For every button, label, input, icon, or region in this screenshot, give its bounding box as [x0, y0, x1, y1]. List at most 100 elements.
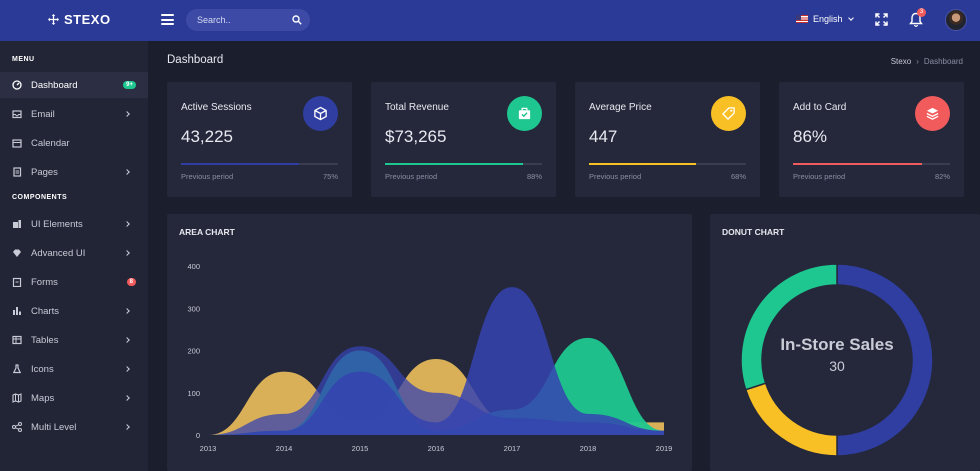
- card-title: Active Sessions: [181, 102, 252, 113]
- sidebar-item-label: Icons: [31, 363, 54, 375]
- sidebar-item-forms[interactable]: Forms 8: [0, 269, 148, 295]
- breadcrumb: Stexo › Dashboard: [891, 57, 963, 66]
- donut-slice-3[interactable]: [740, 263, 838, 391]
- fullscreen-icon[interactable]: [875, 13, 888, 26]
- sidebar-item-label: Email: [31, 108, 55, 120]
- share-icon: [12, 422, 22, 432]
- search-icon[interactable]: [292, 15, 302, 25]
- sidebar-item-dashboard[interactable]: Dashboard 9+: [0, 72, 148, 98]
- map-icon: [12, 393, 22, 403]
- briefcase-icon: [507, 96, 542, 131]
- card-footer-label: Previous period: [589, 172, 642, 181]
- donut-center-label: In-Store Sales: [780, 335, 893, 354]
- sidebar-item-advanced-ui[interactable]: Advanced UI: [0, 240, 148, 266]
- chevron-right-icon: [124, 424, 130, 430]
- x-tick-label: 2016: [428, 444, 445, 453]
- stat-card-active-sessions: Active Sessions 43,225 Previous period 7…: [167, 82, 352, 197]
- dashboard-badge: 9+: [123, 81, 136, 89]
- card-value: 43,225: [181, 127, 233, 146]
- x-tick-label: 2019: [656, 444, 673, 453]
- breadcrumb-separator: ›: [916, 57, 919, 66]
- top-navbar: STEXO English 3: [0, 0, 980, 41]
- sidebar-item-label: UI Elements: [31, 218, 83, 230]
- menu-toggle-icon[interactable]: [161, 14, 174, 25]
- sidebar-item-label: Maps: [31, 392, 55, 404]
- sidebar-item-calendar[interactable]: Calendar: [0, 130, 148, 156]
- chevron-right-icon: [124, 337, 130, 343]
- pages-icon: [12, 167, 22, 177]
- donut-chart-panel: DONUT CHART In-Store Sales 30: [710, 214, 980, 471]
- clipboard-icon: [12, 277, 22, 287]
- brand-name: STEXO: [64, 12, 111, 27]
- sidebar-item-label: Dashboard: [31, 79, 78, 91]
- progress-fill: [793, 163, 922, 165]
- card-title: Total Revenue: [385, 102, 449, 113]
- chevron-right-icon: [124, 169, 130, 175]
- card-footer-label: Previous period: [181, 172, 234, 181]
- stat-card-total-revenue: Total Revenue $73,265 Previous period 88…: [371, 82, 556, 197]
- chevron-right-icon: [124, 250, 130, 256]
- x-tick-label: 2015: [352, 444, 369, 453]
- progress-track: [589, 163, 746, 165]
- chevron-right-icon: [124, 366, 130, 372]
- card-footer-label: Previous period: [385, 172, 438, 181]
- x-tick-label: 2014: [276, 444, 293, 453]
- move-icon: [48, 14, 59, 25]
- flask-icon: [12, 364, 22, 374]
- sidebar-item-icons[interactable]: Icons: [0, 356, 148, 382]
- diamond-icon: [12, 248, 22, 258]
- x-tick-label: 2018: [580, 444, 597, 453]
- donut-center-value: 30: [829, 358, 845, 374]
- donut-slice-2[interactable]: [744, 382, 838, 457]
- card-footer-label: Previous period: [793, 172, 846, 181]
- calendar-icon: [12, 138, 22, 148]
- breadcrumb-home[interactable]: Stexo: [891, 57, 911, 66]
- sidebar-item-label: Tables: [31, 334, 59, 346]
- sidebar-item-label: Charts: [31, 305, 59, 317]
- card-value: $73,265: [385, 127, 447, 146]
- table-icon: [12, 335, 22, 345]
- x-tick-label: 2017: [504, 444, 521, 453]
- progress-track: [793, 163, 950, 165]
- language-label: English: [813, 14, 843, 24]
- y-tick-label: 200: [187, 347, 200, 356]
- sidebar-item-label: Advanced UI: [31, 247, 86, 259]
- brand-logo[interactable]: STEXO: [48, 12, 111, 27]
- bar-chart-icon: [12, 306, 22, 316]
- sidebar-item-email[interactable]: Email: [0, 101, 148, 127]
- sidebar-item-pages[interactable]: Pages: [0, 159, 148, 185]
- area-chart-panel: AREA CHART 0 100 200 300 400 2013 2014 2015 2016…: [167, 214, 692, 471]
- card-value: 447: [589, 127, 618, 146]
- tag-icon: [711, 96, 746, 131]
- card-percent: 88%: [526, 172, 542, 181]
- progress-track: [181, 163, 338, 165]
- sidebar-item-multi-level[interactable]: Multi Level: [0, 414, 148, 440]
- card-percent: 68%: [730, 172, 746, 181]
- sidebar-item-charts[interactable]: Charts: [0, 298, 148, 324]
- y-tick-label: 400: [187, 262, 200, 271]
- forms-badge: 8: [126, 278, 136, 286]
- sidebar-item-ui-elements[interactable]: UI Elements: [0, 211, 148, 237]
- y-tick-label: 0: [196, 431, 200, 440]
- us-flag-icon: [796, 15, 808, 23]
- language-selector[interactable]: English: [796, 14, 854, 24]
- sidebar: MENU Dashboard 9+ Email Calendar Pages C…: [0, 41, 148, 471]
- sidebar-item-tables[interactable]: Tables: [0, 327, 148, 353]
- inbox-icon: [12, 109, 22, 119]
- sidebar-item-maps[interactable]: Maps: [0, 385, 148, 411]
- sidebar-item-label: Forms: [31, 276, 58, 288]
- y-tick-label: 300: [187, 304, 200, 313]
- dashboard-icon: [12, 80, 22, 90]
- sidebar-item-label: Multi Level: [31, 421, 77, 433]
- cube-icon: [303, 96, 338, 131]
- card-percent: 82%: [934, 172, 950, 181]
- sidebar-item-label: Pages: [31, 166, 58, 178]
- components-section-title: COMPONENTS: [12, 194, 68, 201]
- chevron-right-icon: [124, 221, 130, 227]
- user-avatar[interactable]: [945, 9, 967, 31]
- donut-slice-1[interactable]: [836, 263, 934, 457]
- page-title: Dashboard: [167, 54, 224, 66]
- sidebar-item-label: Calendar: [31, 137, 70, 149]
- chevron-right-icon: [124, 308, 130, 314]
- card-percent: 75%: [322, 172, 338, 181]
